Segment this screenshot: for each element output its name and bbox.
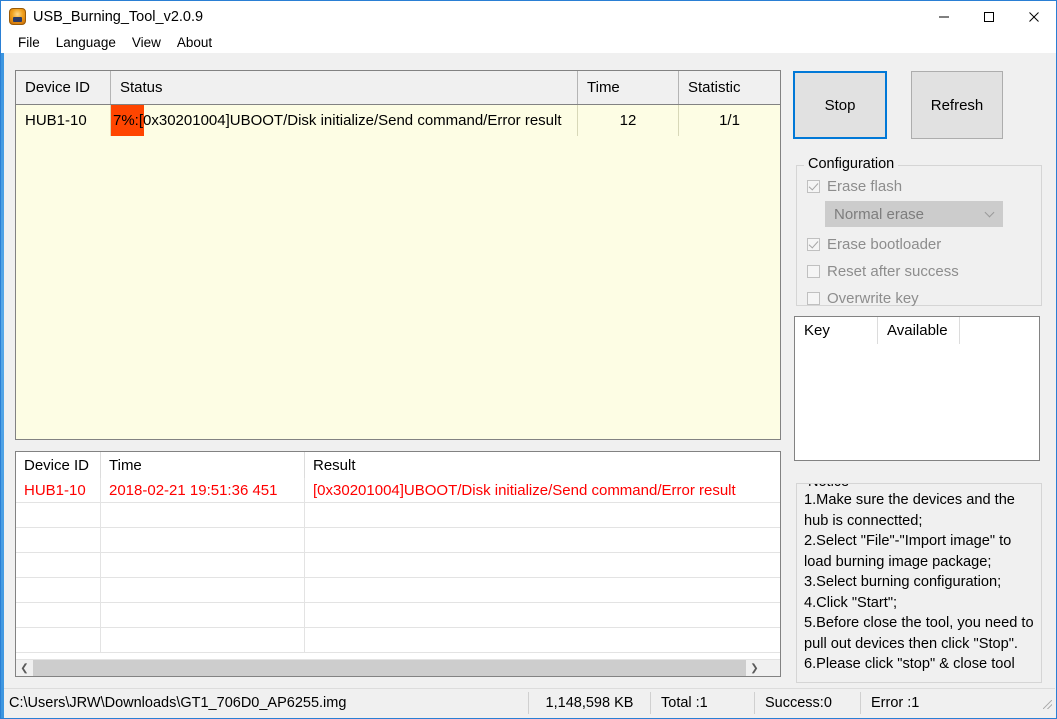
table-row[interactable]: HUB1-10 7%:[0x30201004]UBOOT/Disk initia…	[16, 105, 780, 136]
checkbox-erase-bootloader-label: Erase bootloader	[827, 235, 942, 253]
status-total: Total :1	[661, 695, 708, 711]
checkbox-erase-flash-label: Erase flash	[827, 177, 903, 195]
checkbox-icon	[807, 237, 820, 251]
column-header-statistic[interactable]: Statistic	[679, 71, 780, 104]
checkbox-overwrite-key-label: Overwrite key	[827, 289, 919, 307]
checkbox-erase-flash[interactable]: Erase flash	[807, 174, 1041, 198]
log-table: Device ID Time Result HUB1-10 2018-02-21…	[15, 451, 781, 677]
table-row[interactable]: HUB1-10 2018-02-21 19:51:36 451 [0x30201…	[16, 478, 780, 503]
checkbox-icon	[807, 179, 820, 193]
usb-burning-tool-icon	[9, 8, 26, 25]
menu-bar: File Language View About	[1, 32, 1056, 53]
log-empty-cell	[16, 503, 101, 527]
log-empty-cell	[101, 553, 305, 577]
log-empty-cell	[305, 528, 780, 552]
minimize-icon[interactable]	[921, 1, 966, 32]
column-header-log-time[interactable]: Time	[101, 452, 305, 478]
log-empty-cell	[305, 628, 780, 652]
checkbox-overwrite-key[interactable]: Overwrite key	[807, 286, 1041, 310]
column-header-device-id[interactable]: Device ID	[16, 71, 111, 104]
column-header-available[interactable]: Available	[878, 317, 960, 344]
window-controls	[921, 1, 1056, 32]
refresh-button[interactable]: Refresh	[911, 71, 1003, 139]
log-empty-cell	[305, 603, 780, 627]
log-horizontal-scrollbar[interactable]: ❮ ❯	[16, 659, 780, 676]
progress-bar: 7%:[0x30201004]UBOOT/Disk initialize/Sen…	[111, 105, 577, 136]
log-empty-cell	[16, 603, 101, 627]
log-empty-cell	[305, 553, 780, 577]
scrollbar-thumb[interactable]	[33, 659, 746, 676]
maximize-icon[interactable]	[966, 1, 1011, 32]
table-row[interactable]	[16, 528, 780, 553]
log-empty-cell	[101, 603, 305, 627]
status-success: Success:0	[765, 695, 832, 711]
notice-panel: Notice 1.Make sure the devices and the h…	[796, 483, 1042, 683]
notice-title: Notice	[804, 484, 854, 490]
table-row[interactable]	[16, 503, 780, 528]
log-empty-cell	[305, 578, 780, 602]
device-table: Device ID Status Time Statistic HUB1-10 …	[15, 70, 781, 440]
checkbox-icon	[807, 264, 820, 278]
status-bar: C:\Users\JRW\Downloads\GT1_706D0_AP6255.…	[4, 688, 1055, 717]
device-table-header: Device ID Status Time Statistic	[16, 71, 780, 105]
status-image-path: C:\Users\JRW\Downloads\GT1_706D0_AP6255.…	[9, 695, 347, 711]
log-empty-cell	[101, 628, 305, 652]
checkbox-reset-after-success-label: Reset after success	[827, 262, 959, 280]
log-empty-cell	[101, 503, 305, 527]
window-left-border	[1, 53, 4, 718]
menu-item-view[interactable]: View	[124, 35, 169, 50]
status-image-size: 1,148,598 KB	[545, 695, 634, 711]
table-row[interactable]	[16, 628, 780, 653]
column-header-status[interactable]: Status	[111, 71, 578, 104]
log-time-cell: 2018-02-21 19:51:36 451	[101, 478, 305, 502]
menu-item-language[interactable]: Language	[48, 35, 124, 50]
table-row[interactable]	[16, 553, 780, 578]
resize-grip-icon[interactable]	[1040, 697, 1052, 709]
erase-mode-value: Normal erase	[834, 205, 925, 223]
log-empty-cell	[16, 578, 101, 602]
status-error: Error :1	[871, 695, 920, 711]
column-header-time[interactable]: Time	[578, 71, 679, 104]
key-table: Key Available	[794, 316, 1040, 461]
stop-button[interactable]: Stop	[793, 71, 887, 139]
log-empty-cell	[305, 503, 780, 527]
menu-item-file[interactable]: File	[10, 35, 48, 50]
device-statistic-cell: 1/1	[719, 112, 740, 129]
log-empty-cell	[16, 553, 101, 577]
configuration-panel: Configuration Erase flash Normal erase E…	[796, 156, 1042, 307]
close-icon[interactable]	[1011, 1, 1056, 32]
log-empty-cell	[101, 578, 305, 602]
usb-burning-tool-window: USB_Burning_Tool_v2.0.9 File Language Vi…	[0, 0, 1057, 719]
log-empty-cell	[16, 528, 101, 552]
table-row[interactable]	[16, 578, 780, 603]
log-empty-rows	[16, 503, 780, 653]
key-table-header: Key Available	[795, 317, 1039, 344]
log-device-id-cell: HUB1-10	[16, 478, 101, 502]
notice-text: 1.Make sure the devices and the hub is c…	[804, 492, 1034, 672]
log-result-cell: [0x30201004]UBOOT/Disk initialize/Send c…	[313, 481, 736, 499]
erase-mode-select[interactable]: Normal erase	[825, 201, 1003, 227]
window-title: USB_Burning_Tool_v2.0.9	[33, 8, 204, 25]
device-id-cell: HUB1-10	[16, 105, 111, 136]
log-table-header: Device ID Time Result	[16, 452, 780, 478]
log-empty-cell	[101, 528, 305, 552]
log-empty-cell	[16, 628, 101, 652]
column-header-key[interactable]: Key	[795, 317, 878, 344]
column-header-log-device-id[interactable]: Device ID	[16, 452, 101, 478]
device-time-cell: 12	[578, 105, 679, 136]
menu-item-about[interactable]: About	[169, 35, 220, 50]
table-row[interactable]	[16, 603, 780, 628]
checkbox-erase-bootloader[interactable]: Erase bootloader	[807, 232, 1041, 256]
chevron-left-icon[interactable]: ❮	[16, 660, 33, 677]
column-header-log-result[interactable]: Result	[305, 452, 780, 478]
chevron-right-icon[interactable]: ❯	[746, 660, 763, 677]
device-status-cell: 7%:[0x30201004]UBOOT/Disk initialize/Sen…	[111, 105, 578, 136]
configuration-title: Configuration	[804, 156, 899, 172]
chevron-down-icon	[984, 207, 995, 218]
title-bar: USB_Burning_Tool_v2.0.9	[1, 1, 1056, 32]
checkbox-reset-after-success[interactable]: Reset after success	[807, 259, 1041, 283]
device-status-text: 7%:[0x30201004]UBOOT/Disk initialize/Sen…	[113, 112, 562, 129]
checkbox-icon	[807, 291, 820, 305]
